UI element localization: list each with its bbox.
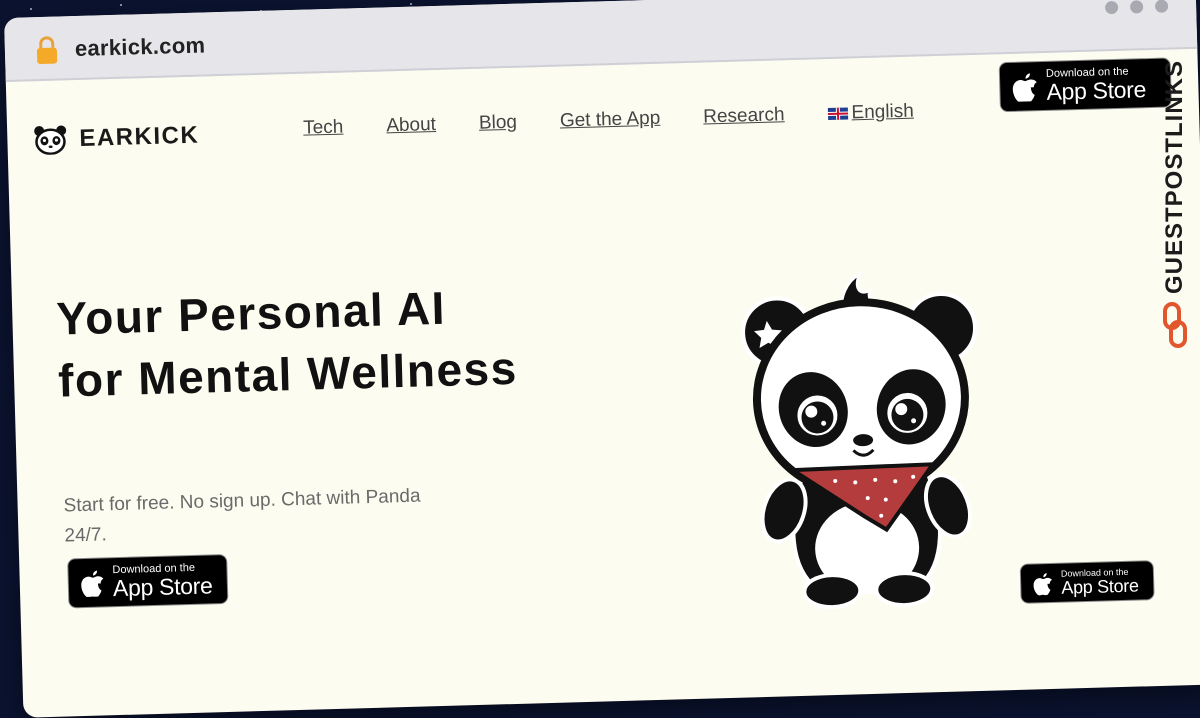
window-dot[interactable]	[1104, 0, 1119, 15]
app-store-button-floating[interactable]: Download on the App Store	[1019, 560, 1155, 604]
browser-window: earkick.com EARKICK Tech About Blog Get …	[4, 0, 1200, 718]
nav-link-about[interactable]: About	[386, 114, 436, 137]
panda-logo-icon	[34, 125, 67, 156]
apple-icon	[81, 570, 104, 598]
hero-title: Your Personal AI for Mental Wellness	[55, 281, 519, 407]
apple-icon	[1033, 573, 1052, 596]
app-store-big-label: App Store	[1046, 76, 1147, 105]
main-nav: Tech About Blog Get the App Research Eng…	[303, 101, 914, 140]
app-store-big-label: App Store	[1061, 575, 1139, 598]
uk-flag-icon	[827, 107, 848, 121]
nav-link-tech[interactable]: Tech	[303, 117, 344, 140]
brand-name: EARKICK	[79, 121, 200, 152]
guestpostlinks-watermark: GUESTPOSTLINKS	[1156, 60, 1194, 360]
app-store-big-label: App Store	[112, 572, 213, 602]
language-selector[interactable]: English	[827, 101, 914, 125]
nav-link-research[interactable]: Research	[703, 104, 785, 128]
panda-illustration	[741, 270, 978, 610]
app-store-button-hero[interactable]: Download on the App Store	[67, 553, 229, 609]
address-bar-url[interactable]: earkick.com	[75, 32, 206, 62]
window-dot[interactable]	[1154, 0, 1169, 13]
watermark-text: GUESTPOSTLINKS	[1161, 60, 1188, 295]
nav-link-get-the-app[interactable]: Get the App	[560, 108, 661, 133]
guestpostlinks-icon	[1163, 302, 1187, 349]
lock-icon	[36, 36, 58, 65]
page-content: EARKICK Tech About Blog Get the App Rese…	[6, 49, 1200, 718]
nav-link-blog[interactable]: Blog	[479, 112, 518, 135]
apple-icon	[1012, 73, 1037, 102]
app-store-button-header[interactable]: Download on the App Store	[998, 57, 1172, 113]
window-dot[interactable]	[1129, 0, 1144, 14]
language-label[interactable]: English	[851, 101, 914, 124]
hero-subtitle: Start for free. No sign up. Chat with Pa…	[63, 485, 421, 547]
brand-logo[interactable]: EARKICK	[33, 121, 200, 156]
window-controls	[1104, 0, 1169, 15]
